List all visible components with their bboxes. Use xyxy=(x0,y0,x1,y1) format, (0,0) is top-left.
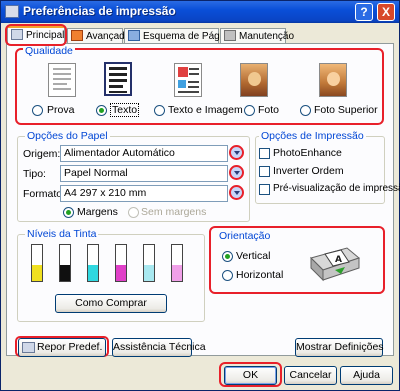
quality-texto-imagem-radio[interactable] xyxy=(154,105,165,116)
ink-level-fill xyxy=(88,265,98,281)
photoenhance-checkbox[interactable] xyxy=(259,148,270,159)
ink-cartridge xyxy=(31,244,43,282)
type-label: Tipo: xyxy=(23,168,46,180)
printer-reset-icon xyxy=(22,342,35,353)
quality-prova-radio[interactable] xyxy=(32,105,43,116)
orientation-title: Orientação xyxy=(217,230,273,242)
paper-format-select[interactable]: A4 297 x 210 mm xyxy=(60,185,228,202)
svg-text:A: A xyxy=(335,255,342,265)
reset-defaults-button[interactable]: Repor Predef. xyxy=(18,338,106,357)
margins-label: Margens xyxy=(77,206,118,218)
highlight-tab-principal xyxy=(5,24,67,46)
invert-order-checkbox[interactable] xyxy=(259,166,270,177)
show-settings-button[interactable]: Mostrar Definições xyxy=(295,338,384,357)
photoenhance-label: PhotoEnhance xyxy=(273,147,342,159)
quality-texto-imagem-label: Texto e Imagem xyxy=(168,104,243,116)
paper-options-title: Opções do Papel xyxy=(25,130,110,142)
ink-cartridge xyxy=(87,244,99,282)
tab-manutencao-label: Manutenção xyxy=(239,31,295,42)
orientation-vertical-label: Vertical xyxy=(236,250,271,262)
principal-panel: Qualidade Prova Texto Texto e Imagem Fot… xyxy=(6,43,400,357)
advanced-icon xyxy=(71,30,83,41)
tech-support-button[interactable]: Assistência Técnica xyxy=(112,338,206,357)
ink-level-fill xyxy=(144,265,154,281)
printer-app-icon xyxy=(5,5,19,18)
text-preview-icon xyxy=(104,62,132,96)
format-label: Formato: xyxy=(23,188,66,200)
ink-level-fill xyxy=(60,265,70,281)
ink-cartridge xyxy=(115,244,127,282)
print-preview-label: Pré-visualização de impressão xyxy=(273,183,400,194)
print-options-title: Opções de Impressão xyxy=(259,130,366,142)
reset-defaults-label: Repor Predef. xyxy=(37,341,103,353)
help-title-button[interactable]: ? xyxy=(355,3,373,21)
quality-foto-label: Foto xyxy=(258,104,280,116)
invert-order-label: Inverter Ordem xyxy=(273,165,344,177)
printer-orientation-icon: A xyxy=(305,240,363,286)
orientation-horizontal-label: Horizontal xyxy=(236,269,284,281)
quality-foto-superior-radio[interactable] xyxy=(300,105,311,116)
maintenance-icon xyxy=(224,30,236,41)
help-button[interactable]: Ajuda xyxy=(340,366,393,385)
ink-cartridge xyxy=(143,244,155,282)
ink-cartridge xyxy=(171,244,183,282)
ink-level-fill xyxy=(32,265,42,281)
margins-radio[interactable] xyxy=(63,207,74,218)
title-bar: Preferências de impressão ? X xyxy=(1,1,399,23)
no-margins-label: Sem margens xyxy=(141,206,207,218)
origin-label: Origem: xyxy=(23,148,61,160)
window-title: Preferências de impressão xyxy=(23,4,176,18)
paper-type-select[interactable]: Papel Normal xyxy=(60,165,228,182)
quality-texto-radio[interactable] xyxy=(96,105,107,116)
cancel-button[interactable]: Cancelar xyxy=(284,366,337,385)
quality-prova-label: Prova xyxy=(47,104,75,116)
orientation-horizontal-radio[interactable] xyxy=(222,270,233,281)
paper-type-dropdown-icon[interactable] xyxy=(229,165,244,180)
ink-levels-title: Níveis da Tinta xyxy=(25,228,99,240)
ok-button[interactable]: OK xyxy=(224,366,277,385)
paper-format-dropdown-icon[interactable] xyxy=(229,185,244,200)
print-preview-checkbox[interactable] xyxy=(259,184,270,195)
quality-foto-superior-label: Foto Superior xyxy=(314,104,378,116)
origin-select[interactable]: Alimentador Automático xyxy=(60,145,228,162)
orientation-vertical-radio[interactable] xyxy=(222,251,233,262)
how-to-buy-button[interactable]: Como Comprar xyxy=(55,294,167,313)
ink-level-fill xyxy=(116,265,126,281)
ink-cartridge xyxy=(59,244,71,282)
print-preferences-window: Preferências de impressão ? X Principal … xyxy=(0,0,400,391)
close-button[interactable]: X xyxy=(377,3,395,21)
ink-level-fill xyxy=(172,265,182,281)
quality-texto-label: Texto xyxy=(110,103,140,117)
photo-superior-preview-icon xyxy=(319,63,347,97)
draft-preview-icon xyxy=(48,63,76,97)
quality-foto-radio[interactable] xyxy=(244,105,255,116)
origin-dropdown-icon[interactable] xyxy=(229,145,244,160)
photo-preview-icon xyxy=(240,63,268,97)
text-image-preview-icon xyxy=(174,63,202,97)
page-layout-icon xyxy=(128,30,140,41)
no-margins-radio[interactable] xyxy=(128,207,139,218)
quality-title: Qualidade xyxy=(23,45,75,57)
